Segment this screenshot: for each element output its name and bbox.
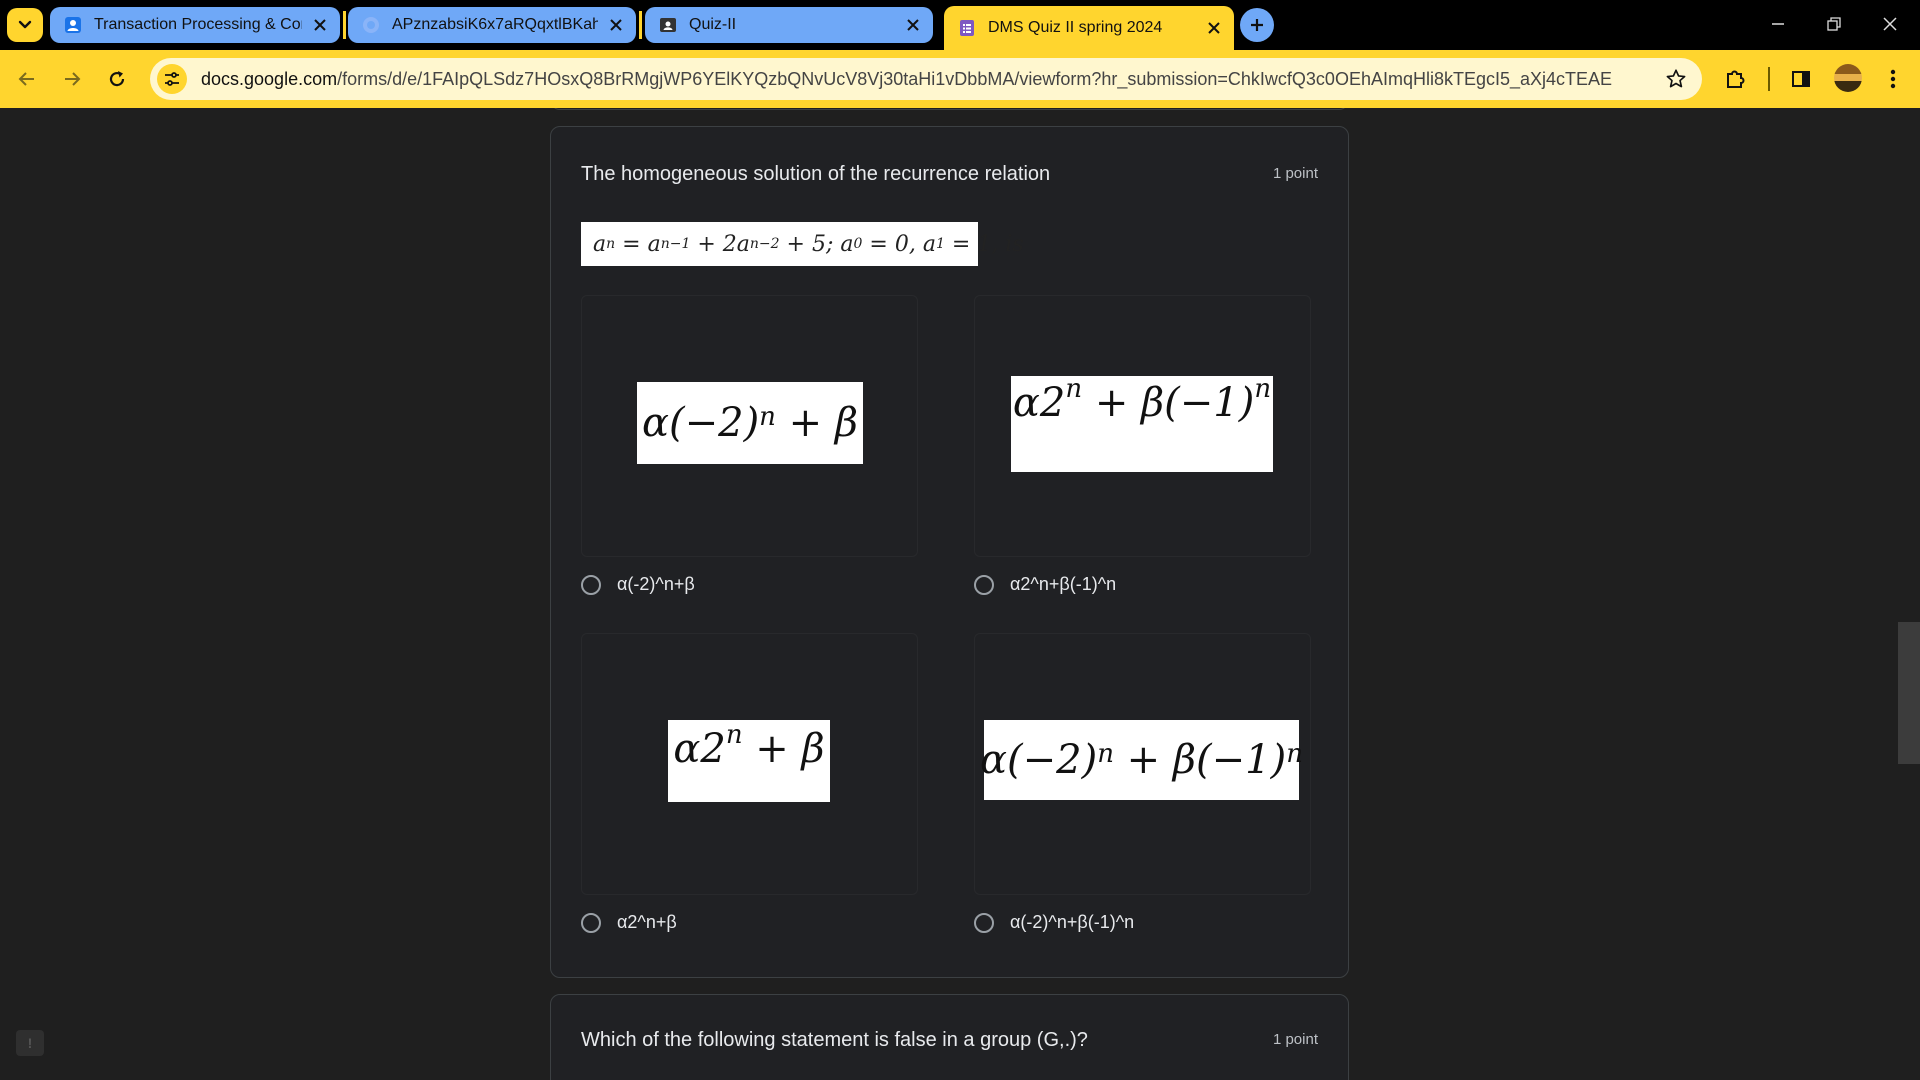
- reload-icon: [109, 71, 125, 87]
- tune-icon: [165, 72, 179, 86]
- close-icon[interactable]: [606, 15, 626, 35]
- option-image-panel: α(−2) n + β(−1) n: [974, 633, 1311, 895]
- close-window-button[interactable]: [1862, 0, 1918, 48]
- scrollbar-thumb[interactable]: [1898, 622, 1920, 764]
- close-icon[interactable]: [1204, 18, 1224, 38]
- option-radio-1[interactable]: α(-2)^n+β: [581, 574, 695, 595]
- arrow-left-icon: [18, 72, 34, 86]
- classroom-icon: [659, 16, 677, 34]
- option-image-panel: α2 n + β(−1) n: [974, 295, 1311, 557]
- option-label: α(-2)^n+β(-1)^n: [1010, 912, 1135, 932]
- toolbar-separator: [1768, 67, 1770, 91]
- radio-button[interactable]: [581, 912, 601, 933]
- radio-button[interactable]: [581, 574, 601, 595]
- question-points: 1 point: [1272, 165, 1318, 182]
- option-formula-image: α2 n + β: [668, 720, 830, 802]
- option-formula-image: α(−2) n + β(−1) n: [980, 720, 1303, 800]
- bookmark-star-button[interactable]: [1664, 67, 1688, 91]
- restore-button[interactable]: [1806, 0, 1862, 48]
- forward-button[interactable]: [55, 62, 89, 96]
- url-text[interactable]: docs.google.com/forms/d/e/1FAIpQLSdz7HOs…: [201, 69, 1641, 90]
- option-label: α2^n+β(-1)^n: [1010, 574, 1117, 594]
- minimize-button[interactable]: [1750, 0, 1806, 48]
- tab-title: DMS Quiz II spring 2024: [988, 19, 1163, 36]
- tab-dms-quiz[interactable]: DMS Quiz II spring 2024: [944, 6, 1234, 50]
- feedback-icon: !: [27, 1035, 33, 1051]
- tab-title: Transaction Processing & Conc: [94, 16, 302, 33]
- minimize-icon: [1772, 23, 1784, 25]
- option-radio-2[interactable]: α2^n+β(-1)^n: [974, 574, 1116, 595]
- option-image-panel: α2 n + β: [581, 633, 918, 895]
- previous-question-card-edge: [550, 108, 1349, 110]
- browser-toolbar: docs.google.com/forms/d/e/1FAIpQLSdz7HOs…: [0, 50, 1920, 108]
- tab-search-button[interactable]: [7, 8, 43, 42]
- question-card: Which of the following statement is fals…: [550, 994, 1349, 1080]
- tab-quiz-ii[interactable]: Quiz-II: [645, 7, 933, 43]
- menu-button[interactable]: [1876, 62, 1910, 96]
- question-title: Which of the following statement is fals…: [581, 1029, 1088, 1051]
- forms-icon: [958, 19, 976, 37]
- url-path: /forms/d/e/1FAIpQLSdz7HOsxQ8BrRMgjWP6YEl…: [337, 68, 1613, 89]
- site-info-button[interactable]: [157, 64, 187, 94]
- arrow-right-icon: [65, 72, 81, 86]
- form-page: The homogeneous solution of the recurren…: [0, 108, 1920, 1080]
- report-feedback-button[interactable]: !: [16, 1030, 44, 1056]
- tab-strip: Transaction Processing & Conc APznzabsiK…: [0, 0, 1920, 50]
- question-card: The homogeneous solution of the recurren…: [550, 126, 1349, 978]
- restore-icon: [1827, 17, 1841, 31]
- question-equation-image: an = a n−1 + 2a n−2 + 5; a0 = 0, a1 = 1, i…: [581, 222, 1024, 266]
- tab-title: Quiz-II: [689, 16, 737, 33]
- plus-icon: [1251, 19, 1263, 31]
- option-radio-4[interactable]: α(-2)^n+β(-1)^n: [974, 912, 1134, 933]
- globe-icon: [362, 16, 380, 34]
- star-icon: [1666, 69, 1686, 88]
- chevron-down-icon: [18, 20, 32, 29]
- reload-button[interactable]: [100, 62, 134, 96]
- close-icon[interactable]: [310, 15, 330, 35]
- tab-divider: [639, 11, 642, 39]
- address-bar[interactable]: docs.google.com/forms/d/e/1FAIpQLSdz7HOs…: [150, 58, 1702, 100]
- side-panel-button[interactable]: [1784, 62, 1818, 96]
- option-formula-image: α(−2) n + β: [637, 382, 863, 464]
- option-label: α2^n+β: [617, 912, 677, 932]
- side-panel-icon: [1792, 71, 1810, 87]
- question-title: The homogeneous solution of the recurren…: [581, 163, 1051, 185]
- contacts-icon: [64, 16, 82, 34]
- url-host: docs.google.com: [201, 68, 338, 89]
- puzzle-icon: [1727, 70, 1745, 88]
- question-points: 1 point: [1272, 1031, 1318, 1048]
- close-icon: [1883, 17, 1897, 31]
- option-image-panel: α(−2) n + β: [581, 295, 918, 557]
- close-icon[interactable]: [903, 15, 923, 35]
- new-tab-button[interactable]: [1240, 8, 1274, 42]
- back-button[interactable]: [10, 62, 44, 96]
- option-label: α(-2)^n+β: [617, 574, 695, 594]
- radio-button[interactable]: [974, 574, 994, 595]
- kebab-menu-icon: [1890, 69, 1896, 89]
- tab-title: APznzabsiK6x7aRQqxtlBKahrQ: [392, 16, 598, 33]
- tab-divider: [343, 11, 346, 39]
- extensions-button[interactable]: [1718, 62, 1752, 96]
- profile-avatar[interactable]: [1834, 64, 1862, 92]
- option-formula-image: α2 n + β(−1) n: [1011, 374, 1273, 472]
- tab-apznzabsik[interactable]: APznzabsiK6x7aRQqxtlBKahrQ: [348, 7, 636, 43]
- tab-transaction-processing[interactable]: Transaction Processing & Conc: [50, 7, 340, 43]
- radio-button[interactable]: [974, 912, 994, 933]
- option-radio-3[interactable]: α2^n+β: [581, 912, 677, 933]
